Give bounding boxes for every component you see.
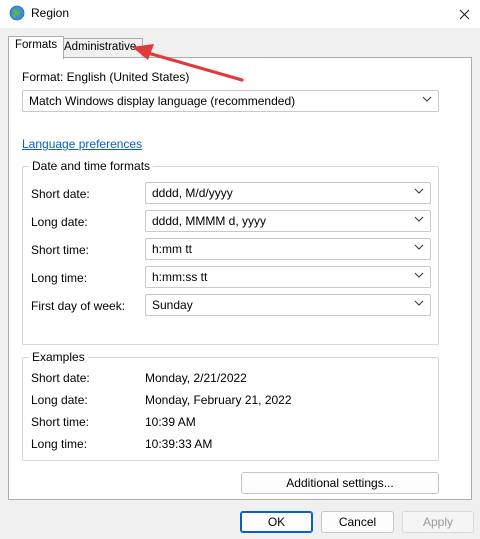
example-short-time-value: 10:39 AM — [145, 415, 196, 429]
short-date-label: Short date: — [31, 187, 90, 201]
example-long-date-label: Long date: — [31, 393, 88, 407]
globe-icon — [9, 5, 25, 21]
tab-administrative[interactable]: Administrative — [57, 38, 144, 58]
long-time-label: Long time: — [31, 271, 88, 285]
close-icon — [459, 9, 469, 19]
chevron-down-icon — [422, 96, 432, 102]
long-time-value: h:mm:ss tt — [152, 270, 208, 284]
chevron-down-icon — [414, 216, 424, 222]
cancel-button[interactable]: Cancel — [321, 511, 394, 533]
additional-settings-button[interactable]: Additional settings... — [241, 472, 439, 494]
close-button[interactable] — [448, 0, 480, 28]
example-short-time-label: Short time: — [31, 415, 90, 429]
chevron-down-icon — [414, 244, 424, 250]
example-long-date-value: Monday, February 21, 2022 — [145, 393, 292, 407]
chevron-down-icon — [414, 300, 424, 306]
short-time-label: Short time: — [31, 243, 90, 257]
date-time-formats-group: Date and time formats Short date: dddd, … — [22, 159, 439, 345]
long-date-label: Long date: — [31, 215, 88, 229]
tab-formats[interactable]: Formats — [8, 36, 65, 59]
short-time-dropdown[interactable]: h:mm tt — [145, 238, 431, 260]
short-date-dropdown[interactable]: dddd, M/d/yyyy — [145, 182, 431, 204]
ok-button[interactable]: OK — [240, 511, 313, 533]
example-short-date-value: Monday, 2/21/2022 — [145, 371, 247, 385]
first-day-of-week-dropdown[interactable]: Sunday — [145, 294, 431, 316]
window-title: Region — [31, 6, 70, 20]
chevron-down-icon — [414, 188, 424, 194]
example-long-time-label: Long time: — [31, 437, 88, 451]
language-preferences-link[interactable]: Language preferences — [22, 137, 142, 151]
format-dropdown-value: Match Windows display language (recommen… — [29, 94, 296, 108]
long-time-dropdown[interactable]: h:mm:ss tt — [145, 266, 431, 288]
example-short-date-label: Short date: — [31, 371, 90, 385]
long-date-dropdown[interactable]: dddd, MMMM d, yyyy — [145, 210, 431, 232]
short-time-value: h:mm tt — [152, 242, 193, 256]
first-day-of-week-label: First day of week: — [31, 299, 126, 313]
long-date-value: dddd, MMMM d, yyyy — [152, 214, 267, 228]
chevron-down-icon — [414, 272, 424, 278]
format-dropdown[interactable]: Match Windows display language (recommen… — [22, 90, 439, 112]
title-bar: Region — [0, 0, 480, 28]
first-day-of-week-value: Sunday — [152, 298, 193, 312]
short-date-value: dddd, M/d/yyyy — [152, 186, 233, 200]
examples-legend: Examples — [29, 350, 88, 364]
formats-panel: Format: English (United States) Match Wi… — [8, 57, 472, 500]
examples-group: Examples Short date: Monday, 2/21/2022 L… — [22, 350, 439, 461]
example-long-time-value: 10:39:33 AM — [145, 437, 213, 451]
apply-button[interactable]: Apply — [402, 511, 474, 533]
date-time-formats-legend: Date and time formats — [29, 159, 154, 173]
format-label: Format: English (United States) — [22, 70, 190, 84]
